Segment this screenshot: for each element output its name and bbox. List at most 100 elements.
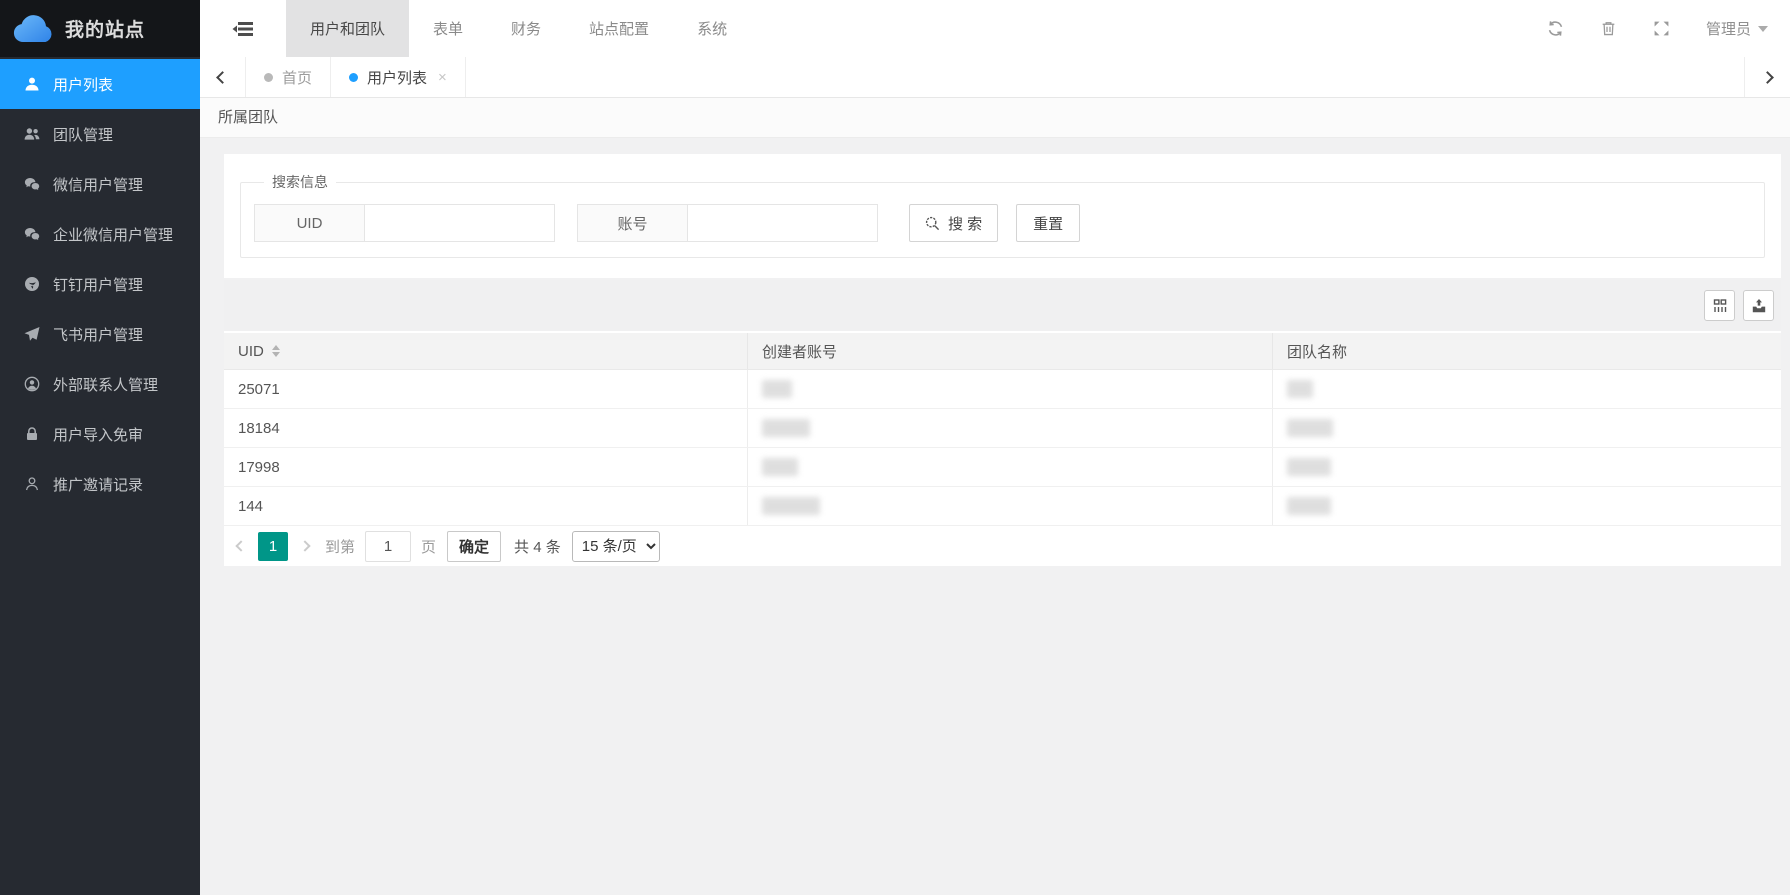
cell-creator <box>748 448 1273 486</box>
search-button[interactable]: 搜 索 <box>909 204 998 242</box>
search-panel: 搜索信息 UID 账号 搜 索 <box>224 154 1781 278</box>
wechat-icon <box>23 176 40 193</box>
search-legend: 搜索信息 <box>264 172 336 192</box>
users-icon <box>23 126 40 143</box>
page-title: 所属团队 <box>200 98 1790 138</box>
collapse-menu-icon <box>232 21 254 37</box>
column-header-uid[interactable]: UID <box>224 333 748 369</box>
sidebar-item-promo-invites[interactable]: 推广邀请记录 <box>0 459 200 509</box>
user-outline-icon <box>23 476 40 493</box>
user-menu[interactable]: 管理员 <box>1706 18 1768 39</box>
main-content: 搜索信息 UID 账号 搜 索 <box>200 138 1790 895</box>
sidebar-item-feishu-users[interactable]: 飞书用户管理 <box>0 309 200 359</box>
sidebar-item-user-import[interactable]: 用户导入免审 <box>0 409 200 459</box>
tab-status-dot <box>264 73 273 82</box>
export-button[interactable] <box>1743 290 1774 321</box>
redacted-value <box>762 497 820 515</box>
tab-home[interactable]: 首页 <box>246 57 331 97</box>
tab-label: 首页 <box>282 67 312 88</box>
table-row: 18184 <box>224 409 1781 448</box>
confirm-page-button[interactable]: 确定 <box>447 531 501 562</box>
topmenu-forms[interactable]: 表单 <box>409 0 487 57</box>
sidebar-item-label: 用户列表 <box>53 74 113 95</box>
search-button-label: 搜 索 <box>948 213 982 234</box>
previous-page-icon[interactable] <box>235 540 246 551</box>
sidebar-item-label: 钉钉用户管理 <box>53 274 143 295</box>
search-icon <box>925 216 940 231</box>
uid-input[interactable] <box>365 204 555 242</box>
fullscreen-icon[interactable] <box>1653 20 1671 38</box>
tabs-scroll-right-button[interactable] <box>1744 57 1790 97</box>
page-number-button[interactable]: 1 <box>258 532 288 561</box>
table-row: 25071 <box>224 370 1781 409</box>
sidebar-item-label: 微信用户管理 <box>53 174 143 195</box>
cell-uid: 18184 <box>224 409 748 447</box>
table-toolbar <box>224 280 1781 331</box>
tabs-scroll-left-button[interactable] <box>200 57 246 97</box>
sidebar-item-wechat-users[interactable]: 微信用户管理 <box>0 159 200 209</box>
topmenu-site-config[interactable]: 站点配置 <box>565 0 673 57</box>
goto-page-input[interactable] <box>365 531 411 562</box>
wechat-work-icon <box>23 226 40 243</box>
lock-icon <box>23 426 40 443</box>
page-size-select[interactable]: 15 条/页 <box>572 531 660 562</box>
sidebar-item-external-contacts[interactable]: 外部联系人管理 <box>0 359 200 409</box>
cell-creator <box>748 409 1273 447</box>
tab-user-list[interactable]: 用户列表 × <box>331 57 466 97</box>
next-page-icon[interactable] <box>299 540 310 551</box>
topmenu-users-teams[interactable]: 用户和团队 <box>286 0 409 57</box>
sidebar-item-dingtalk-users[interactable]: 钉钉用户管理 <box>0 259 200 309</box>
goto-page-label: 到第 <box>325 536 355 557</box>
close-icon[interactable]: × <box>438 69 447 86</box>
search-fieldset: 搜索信息 UID 账号 搜 索 <box>240 172 1765 258</box>
column-header-creator: 创建者账号 <box>748 333 1273 369</box>
total-count-label: 共 4 条 <box>514 536 561 557</box>
sort-icon[interactable] <box>272 345 280 357</box>
uid-input-group: UID <box>254 204 555 242</box>
table-row: 144 <box>224 487 1781 526</box>
pagination: 1 到第 页 确定 共 4 条 15 条/页 <box>224 526 1781 566</box>
chevron-right-icon <box>1761 71 1774 84</box>
account-label: 账号 <box>577 204 688 242</box>
reset-button[interactable]: 重置 <box>1016 204 1080 242</box>
redacted-value <box>1287 419 1333 437</box>
redacted-value <box>762 419 810 437</box>
account-input-group: 账号 <box>577 204 878 242</box>
chevron-down-icon <box>1758 26 1768 32</box>
sidebar-item-label: 飞书用户管理 <box>53 324 143 345</box>
refresh-icon[interactable] <box>1547 20 1565 38</box>
columns-toggle-button[interactable] <box>1704 290 1735 321</box>
topmenu-system[interactable]: 系统 <box>673 0 751 57</box>
redacted-value <box>1287 458 1331 476</box>
logo-text: 我的站点 <box>65 15 145 42</box>
top-menu: 用户和团队 表单 财务 站点配置 系统 <box>286 0 751 57</box>
sidebar: 我的站点 用户列表 团队管理 微信用户管理 企业微信用户管理 <box>0 0 200 895</box>
table-header-row: UID 创建者账号 团队名称 <box>224 333 1781 370</box>
tab-status-dot <box>349 73 358 82</box>
sidebar-item-label: 外部联系人管理 <box>53 374 158 395</box>
column-header-label: UID <box>238 343 264 360</box>
top-header: 用户和团队 表单 财务 站点配置 系统 管理员 <box>200 0 1790 57</box>
app-logo: 我的站点 <box>0 0 200 57</box>
dingtalk-icon <box>23 276 40 293</box>
search-form-row: UID 账号 搜 索 重置 <box>254 204 1764 242</box>
account-input[interactable] <box>688 204 878 242</box>
uid-label: UID <box>254 204 365 242</box>
cell-team <box>1273 370 1781 408</box>
topmenu-finance[interactable]: 财务 <box>487 0 565 57</box>
cell-creator <box>748 487 1273 525</box>
column-header-team: 团队名称 <box>1273 333 1781 369</box>
cell-creator <box>748 370 1273 408</box>
sidebar-item-label: 团队管理 <box>53 124 113 145</box>
trash-icon[interactable] <box>1600 20 1618 38</box>
user-name: 管理员 <box>1706 18 1751 39</box>
sidebar-item-team-management[interactable]: 团队管理 <box>0 109 200 159</box>
collapse-menu-button[interactable] <box>200 0 286 57</box>
sidebar-item-wecom-users[interactable]: 企业微信用户管理 <box>0 209 200 259</box>
sidebar-item-user-list[interactable]: 用户列表 <box>0 59 200 109</box>
sidebar-item-label: 推广邀请记录 <box>53 474 143 495</box>
paper-plane-icon <box>23 326 40 343</box>
table-row: 17998 <box>224 448 1781 487</box>
tab-label: 用户列表 <box>367 67 427 88</box>
export-icon <box>1751 298 1767 314</box>
